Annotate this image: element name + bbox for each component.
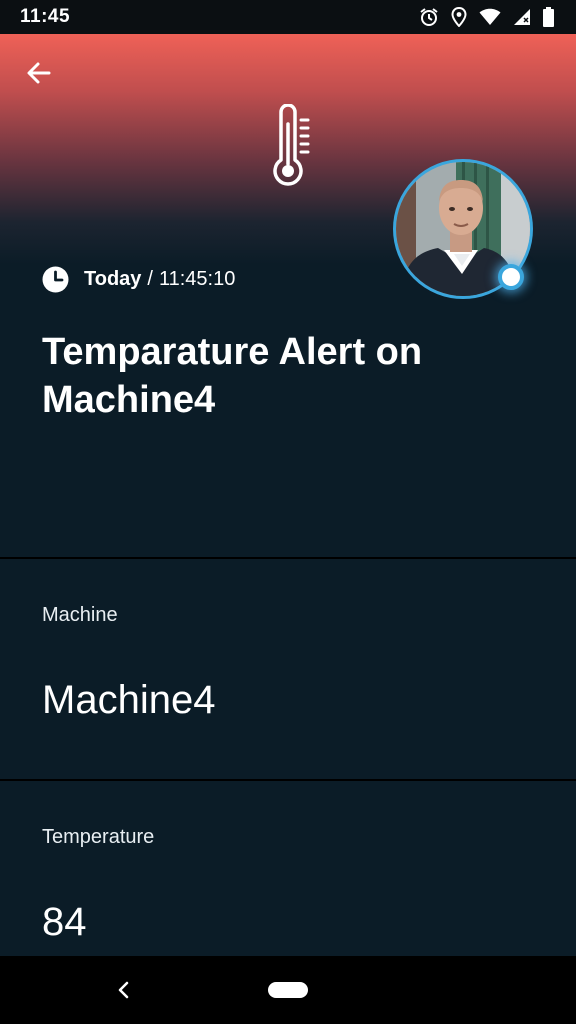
divider bbox=[0, 557, 576, 559]
back-arrow-icon[interactable] bbox=[24, 58, 54, 88]
machine-label: Machine bbox=[42, 604, 118, 626]
status-icons bbox=[419, 7, 554, 27]
nav-home-button[interactable] bbox=[268, 982, 308, 998]
clock-icon bbox=[42, 266, 69, 292]
timestamp-day: Today bbox=[84, 267, 142, 290]
temperature-value: 84 bbox=[42, 900, 87, 944]
machine-value: Machine4 bbox=[42, 678, 216, 722]
online-status-dot bbox=[498, 264, 524, 290]
temperature-label: Temperature bbox=[42, 826, 155, 848]
thermometer-icon bbox=[273, 104, 310, 186]
status-time: 11:45 bbox=[20, 6, 71, 27]
alert-timestamp: Today / 11:45:10 bbox=[42, 264, 235, 294]
divider bbox=[0, 779, 576, 781]
timestamp-separator: / bbox=[147, 267, 153, 290]
alarm-icon bbox=[420, 8, 438, 26]
wifi-icon bbox=[479, 8, 501, 25]
location-icon bbox=[451, 7, 467, 27]
signal-icon bbox=[514, 9, 530, 25]
timestamp-time: 11:45:10 bbox=[158, 267, 236, 290]
battery-icon bbox=[543, 7, 554, 27]
status-bar: 11:45 bbox=[0, 0, 576, 34]
alert-title: Temparature Alert on Machine4 bbox=[42, 331, 423, 421]
nav-back-icon[interactable] bbox=[112, 978, 136, 1002]
